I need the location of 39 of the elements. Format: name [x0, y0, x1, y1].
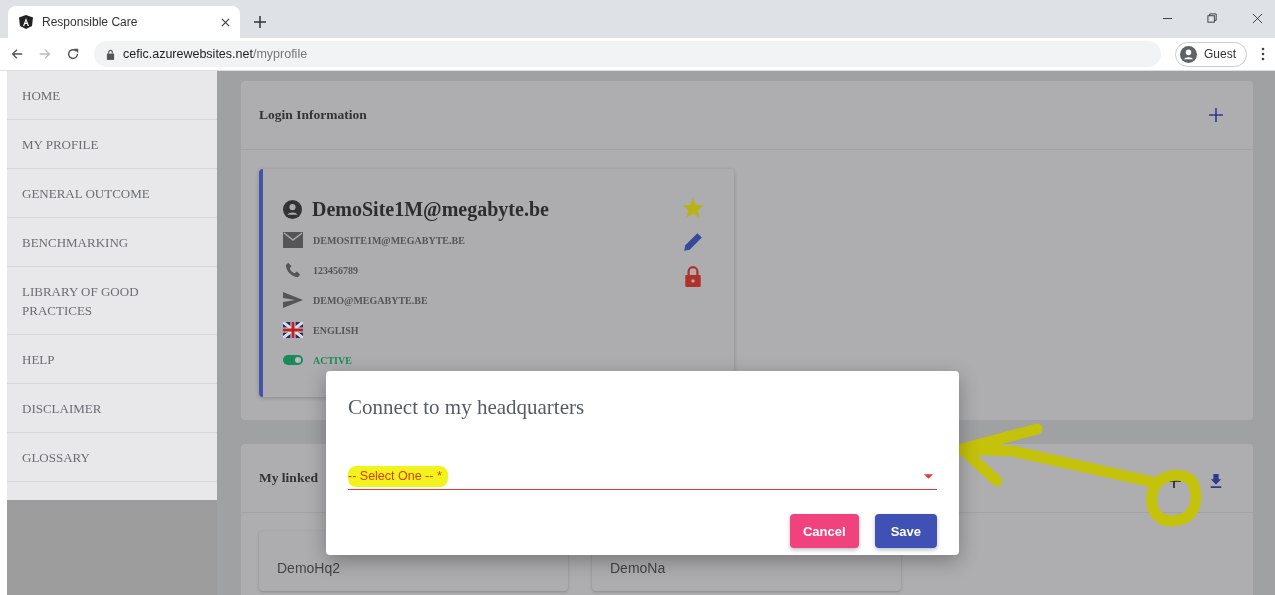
- browser-tab[interactable]: Responsible Care: [8, 6, 240, 38]
- download-icon[interactable]: [1209, 474, 1223, 488]
- tab-title: Responsible Care: [42, 15, 139, 29]
- account-name: DemoSite1M@megabyte.be: [312, 197, 549, 221]
- phone-icon: [283, 262, 303, 278]
- email-text: DEMOSITE1M@MEGABYTE.BE: [313, 234, 465, 246]
- back-arrow-icon[interactable]: [10, 47, 24, 61]
- flag-icon: [283, 322, 303, 338]
- panel-title: My linked: [259, 470, 318, 486]
- lock-icon: [106, 48, 115, 60]
- status-text: ACTIVE: [313, 354, 352, 366]
- restore-icon[interactable]: [1207, 13, 1218, 24]
- close-icon[interactable]: [221, 17, 230, 27]
- address-field[interactable]: cefic.azurewebsites.net/myprofile: [94, 41, 1161, 67]
- shield-logo-icon: [18, 14, 34, 30]
- star-icon[interactable]: [682, 197, 704, 219]
- linked-name: DemoHq2: [277, 560, 341, 576]
- avatar-icon: [1180, 45, 1197, 63]
- pencil-icon[interactable]: [682, 231, 704, 253]
- save-button[interactable]: Save: [874, 514, 937, 548]
- linked-name: DemoNa: [610, 560, 666, 576]
- send-icon: [283, 292, 303, 308]
- add-icon[interactable]: [1209, 108, 1223, 122]
- language-text: ENGLISH: [313, 324, 359, 336]
- caret-icon: [924, 474, 933, 479]
- select-field[interactable]: -- Select One -- *: [348, 464, 937, 490]
- lock-icon[interactable]: [682, 265, 704, 287]
- status-toggle[interactable]: [283, 355, 303, 365]
- reload-icon[interactable]: [66, 47, 80, 61]
- panel-title: Login Information: [259, 107, 367, 123]
- user-circle-icon: [283, 199, 302, 219]
- mail-icon: [283, 232, 303, 248]
- contact-email-text: DEMO@MEGABYTE.BE: [313, 294, 428, 306]
- menu-icon[interactable]: [1261, 47, 1265, 61]
- cancel-button[interactable]: Cancel: [790, 514, 859, 548]
- new-tab-icon[interactable]: [254, 16, 266, 28]
- dialog-title: Connect to my headquarters: [348, 395, 586, 420]
- close-icon[interactable]: [1252, 13, 1263, 24]
- phone-text: 123456789: [313, 264, 358, 276]
